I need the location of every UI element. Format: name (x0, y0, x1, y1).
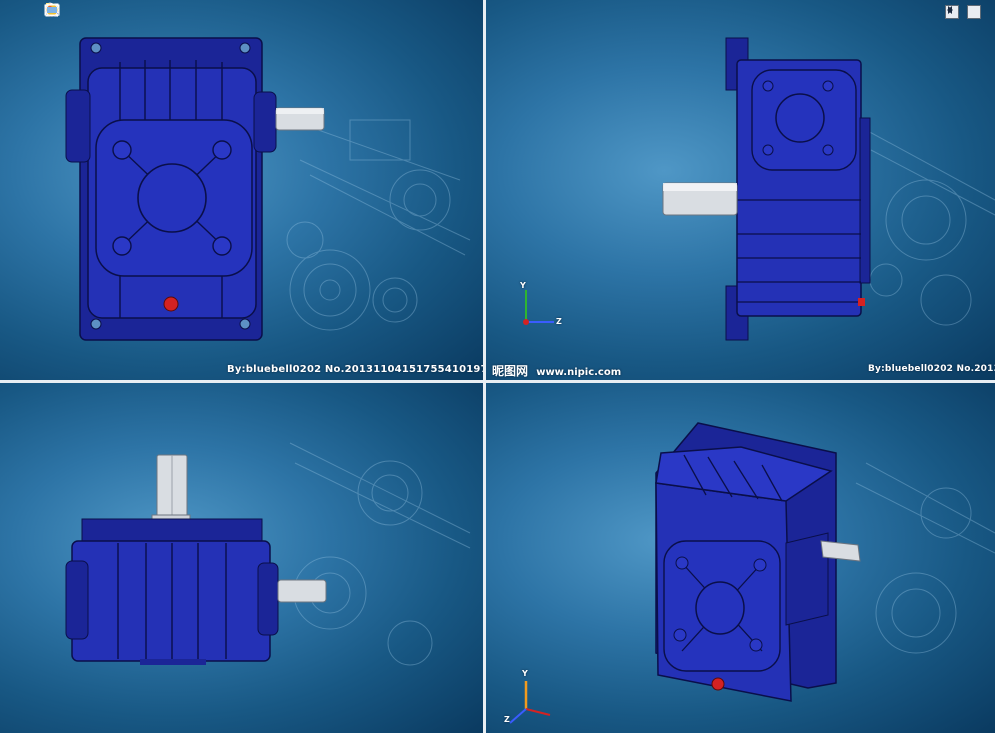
view-orientation-icon[interactable] (45, 3, 154, 22)
credit-watermark: By:bluebell0202 No.20131104 (868, 364, 995, 374)
triad-z-label: Z (556, 317, 563, 326)
gearbox-side-model[interactable] (486, 0, 995, 380)
gearbox-front-model[interactable] (0, 0, 483, 380)
viewport-divider-vertical[interactable] (483, 0, 486, 733)
site-name: 昵图网 (492, 364, 529, 378)
display-style-icon[interactable] (47, 3, 186, 22)
triad-z-label: Z (504, 715, 511, 724)
viewport-isometric[interactable]: Y Z (486, 383, 995, 733)
hide-show-icon[interactable] (45, 4, 209, 22)
gearbox-top-model[interactable] (0, 383, 483, 733)
site-url: www.nipic.com (536, 367, 622, 378)
axis-triad-icon (523, 290, 554, 325)
render-settings-icon[interactable] (44, 4, 287, 22)
site-logo: 昵图网 www.nipic.com (492, 362, 621, 379)
viewport-nav (945, 5, 981, 19)
appearance-icon[interactable] (45, 3, 232, 22)
zoom-out-icon[interactable] (44, 2, 85, 22)
viewport-front[interactable]: By:bluebell0202 No.20131104151755410197 (0, 0, 483, 380)
next-view-icon[interactable] (948, 5, 981, 19)
model-viewport-area[interactable]: By:bluebell0202 No.20131104151755410197 (0, 0, 995, 733)
scene-icon[interactable] (45, 3, 255, 22)
heads-up-toolbar (44, 2, 287, 24)
triad-y-label: Y (520, 281, 526, 290)
credit-watermark: By:bluebell0202 No.20131104151755410197 (227, 364, 483, 375)
viewport-divider-horizontal[interactable] (0, 380, 995, 383)
viewport-top[interactable] (0, 383, 483, 733)
axis-triad-icon (509, 681, 551, 724)
section-view-icon[interactable] (46, 3, 131, 22)
triad-y-label: Y (522, 669, 528, 678)
gearbox-iso-model[interactable] (486, 383, 995, 733)
viewport-right[interactable]: Y Z 昵图网 www.nipic.com By:bluebell0202 No… (486, 0, 995, 380)
measure-icon[interactable] (45, 3, 108, 22)
